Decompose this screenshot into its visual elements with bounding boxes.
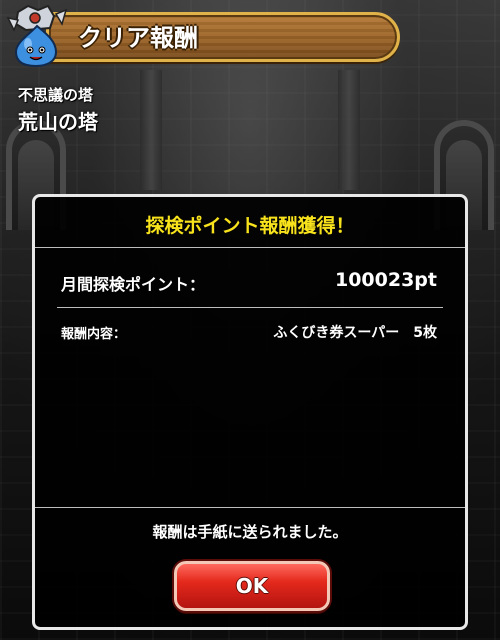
screen-title: クリア報酬 <box>78 24 198 52</box>
notice-text: 報酬は手紙に送られました。 <box>152 523 348 541</box>
dialog-title: 探検ポイント報酬獲得！ <box>145 215 355 237</box>
points-value: 100023pt <box>334 269 437 291</box>
divider <box>35 247 465 248</box>
divider <box>57 307 443 308</box>
reward-label: 報酬内容： <box>61 327 127 342</box>
ok-button[interactable]: OK <box>174 561 330 611</box>
floor-name: 荒山の塔 <box>18 110 98 134</box>
ok-button-label: OK <box>235 574 269 598</box>
header-banner: クリア報酬 <box>0 0 500 76</box>
reward-dialog: 探検ポイント報酬獲得！ 月間探検ポイント： 100023pt 報酬内容： ふくび… <box>32 194 468 630</box>
background-pillar <box>140 70 162 190</box>
tower-name: 不思議の塔 <box>18 86 94 104</box>
points-label: 月間探検ポイント： <box>61 275 206 294</box>
divider <box>35 507 465 508</box>
slime-knight-monster-icon <box>6 4 68 68</box>
background-pillar <box>338 70 360 190</box>
reward-value: ふくびき券スーパー 5枚 <box>273 325 437 341</box>
